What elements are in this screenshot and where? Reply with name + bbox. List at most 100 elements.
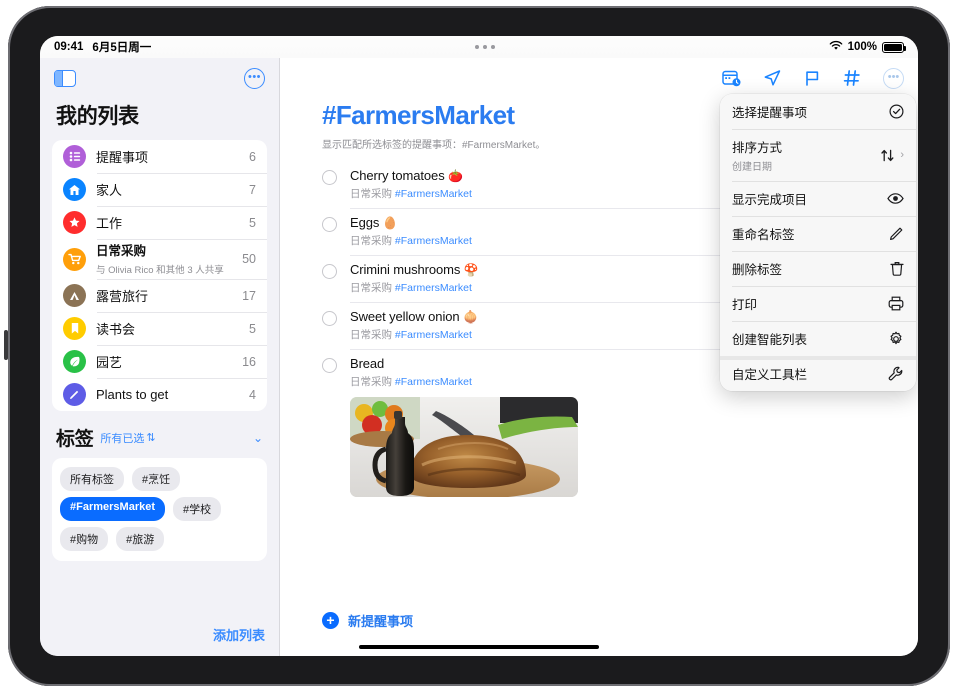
sidebar-item-count: 17 bbox=[242, 288, 256, 303]
menu-item-label: 选择提醒事项 bbox=[732, 106, 808, 120]
calendar-clock-icon[interactable] bbox=[722, 69, 741, 87]
menu-item-customize-toolbar[interactable]: 自定义工具栏 bbox=[720, 356, 916, 391]
main-toolbar: ••• bbox=[280, 58, 918, 98]
sidebar-item-count: 50 bbox=[242, 252, 256, 266]
sidebar-item-count: 6 bbox=[249, 149, 256, 164]
volume-button[interactable] bbox=[4, 330, 8, 360]
menu-item-rename-tag[interactable]: 重命名标签 bbox=[720, 216, 916, 251]
reminder-list-name: 日常采购 bbox=[350, 282, 392, 294]
flag-icon[interactable] bbox=[804, 69, 821, 87]
reminder-tag[interactable]: #FarmersMarket bbox=[395, 282, 472, 294]
tag-chip-all[interactable]: 所有标签 bbox=[60, 467, 124, 491]
sidebar-item-count: 5 bbox=[249, 215, 256, 230]
menu-item-sort-by[interactable]: 排序方式 创建日期 › bbox=[720, 129, 916, 181]
tag-chip-cooking[interactable]: #烹饪 bbox=[132, 467, 181, 491]
home-indicator bbox=[359, 645, 599, 649]
sidebar-toggle-icon[interactable] bbox=[54, 69, 76, 87]
shopping-cart-icon bbox=[63, 247, 86, 271]
status-bar-right: 100% bbox=[829, 40, 906, 54]
tags-filter-label: 所有已选 bbox=[100, 432, 145, 445]
house-icon bbox=[63, 178, 86, 201]
leaf-icon bbox=[63, 350, 86, 373]
reminder-checkbox[interactable] bbox=[322, 311, 337, 326]
sidebar-item-label: 工作 bbox=[96, 215, 123, 231]
chevron-down-icon[interactable]: ⌄ bbox=[253, 431, 263, 445]
menu-item-select-reminders[interactable]: 选择提醒事项 bbox=[720, 94, 916, 129]
wifi-icon bbox=[829, 40, 843, 54]
reminder-list-name: 日常采购 bbox=[350, 188, 392, 200]
reminder-emoji: 🧅 bbox=[463, 310, 478, 324]
sidebar-item-count: 4 bbox=[249, 387, 256, 402]
gear-icon bbox=[888, 331, 904, 347]
sidebar-item-plants-to-get[interactable]: Plants to get 4 bbox=[52, 378, 267, 411]
menu-item-show-completed[interactable]: 显示完成项目 bbox=[720, 181, 916, 216]
reminder-checkbox[interactable] bbox=[322, 217, 337, 232]
sidebar-item-family[interactable]: 家人 7 bbox=[52, 173, 267, 206]
sidebar-more-ellipsis-circle-icon[interactable]: ••• bbox=[244, 67, 265, 89]
location-arrow-icon[interactable] bbox=[763, 69, 782, 87]
reminder-tag[interactable]: #FarmersMarket bbox=[395, 376, 472, 388]
reminder-tag[interactable]: #FarmersMarket bbox=[395, 235, 472, 247]
chevron-right-icon: › bbox=[900, 149, 904, 161]
sidebar-item-label: 读书会 bbox=[96, 321, 136, 337]
reminder-tag[interactable]: #FarmersMarket bbox=[395, 188, 472, 200]
sidebar-item-bookclub[interactable]: 读书会 5 bbox=[52, 312, 267, 345]
sidebar-item-groceries[interactable]: 日常采购 与 Olivia Rico 和其他 3 人共享 50 bbox=[52, 239, 267, 279]
menu-item-label: 打印 bbox=[732, 298, 758, 312]
sidebar-item-count: 7 bbox=[249, 182, 256, 197]
plus-circle-icon: + bbox=[322, 612, 339, 629]
trash-icon bbox=[890, 261, 904, 276]
reminder-emoji: 🥚 bbox=[382, 216, 398, 230]
sidebar-item-gardening[interactable]: 园艺 16 bbox=[52, 345, 267, 378]
reminder-checkbox[interactable] bbox=[322, 170, 337, 185]
bookmark-icon bbox=[63, 317, 86, 340]
tags-filter-button[interactable]: 所有已选 ⇅ bbox=[100, 430, 155, 446]
tag-chip-farmersmarket[interactable]: #FarmersMarket bbox=[60, 497, 165, 521]
sidebar-item-work[interactable]: 工作 5 bbox=[52, 206, 267, 239]
sidebar-item-label: 日常采购 bbox=[96, 244, 147, 258]
sidebar: ••• 我的列表 提醒事项 6 家人 7 工作 5 日常采购 与 Olivia … bbox=[40, 58, 280, 656]
menu-item-print[interactable]: 打印 bbox=[720, 286, 916, 321]
reminder-emoji: 🍄 bbox=[463, 263, 479, 277]
sidebar-item-camping[interactable]: 露营旅行 17 bbox=[52, 279, 267, 312]
menu-item-label: 删除标签 bbox=[732, 263, 783, 277]
new-reminder-label: 新提醒事项 bbox=[348, 614, 414, 629]
tag-chip-shopping[interactable]: #购物 bbox=[60, 527, 109, 551]
tags-title: 标签 bbox=[56, 429, 94, 450]
battery-percent-label: 100% bbox=[847, 41, 877, 53]
tag-chip-school[interactable]: #学校 bbox=[173, 497, 222, 521]
reminder-list-name: 日常采购 bbox=[350, 235, 392, 247]
main-more-ellipsis-circle-icon[interactable]: ••• bbox=[883, 67, 904, 89]
wrench-icon bbox=[888, 366, 904, 382]
menu-item-sublabel: 创建日期 bbox=[732, 162, 772, 173]
printer-icon bbox=[888, 296, 904, 311]
reminder-checkbox[interactable] bbox=[322, 264, 337, 279]
menu-item-label: 自定义工具栏 bbox=[732, 368, 808, 382]
sidebar-item-label: Plants to get bbox=[96, 386, 169, 402]
menu-item-delete-tag[interactable]: 删除标签 bbox=[720, 251, 916, 286]
menu-item-create-smart-list[interactable]: 创建智能列表 bbox=[720, 321, 916, 356]
menu-item-label: 显示完成项目 bbox=[732, 193, 808, 207]
ipad-screen: 09:41 6月5日周一 100% ••• 我的列表 提醒事项 6 家人 7 工… bbox=[40, 36, 918, 656]
multitasking-dots[interactable] bbox=[475, 45, 495, 49]
sidebar-item-count: 16 bbox=[242, 354, 256, 369]
bread-loaf-photo[interactable] bbox=[350, 397, 578, 497]
reminder-list-name: 日常采购 bbox=[350, 329, 392, 341]
reminder-emoji: 🍅 bbox=[448, 169, 463, 183]
hashtag-icon[interactable] bbox=[843, 69, 861, 87]
tags-card: 所有标签 #烹饪 #FarmersMarket #学校 #购物 #旅游 bbox=[52, 458, 267, 561]
sidebar-item-label: 家人 bbox=[96, 182, 123, 198]
star-icon bbox=[63, 211, 86, 234]
checkmark-circle-icon bbox=[889, 104, 904, 119]
new-reminder-button[interactable]: + 新提醒事项 bbox=[322, 611, 413, 630]
reminder-checkbox[interactable] bbox=[322, 358, 337, 373]
pencil-icon bbox=[63, 383, 86, 406]
status-time: 09:41 bbox=[54, 41, 84, 53]
add-list-button[interactable]: 添加列表 bbox=[213, 625, 265, 644]
tag-chip-travel[interactable]: #旅游 bbox=[116, 527, 165, 551]
sidebar-item-reminders[interactable]: 提醒事项 6 bbox=[52, 140, 267, 173]
sidebar-item-count: 5 bbox=[249, 321, 256, 336]
sidebar-item-label: 露营旅行 bbox=[96, 288, 149, 304]
reminder-tag[interactable]: #FarmersMarket bbox=[395, 329, 472, 341]
sidebar-item-label: 园艺 bbox=[96, 354, 123, 370]
